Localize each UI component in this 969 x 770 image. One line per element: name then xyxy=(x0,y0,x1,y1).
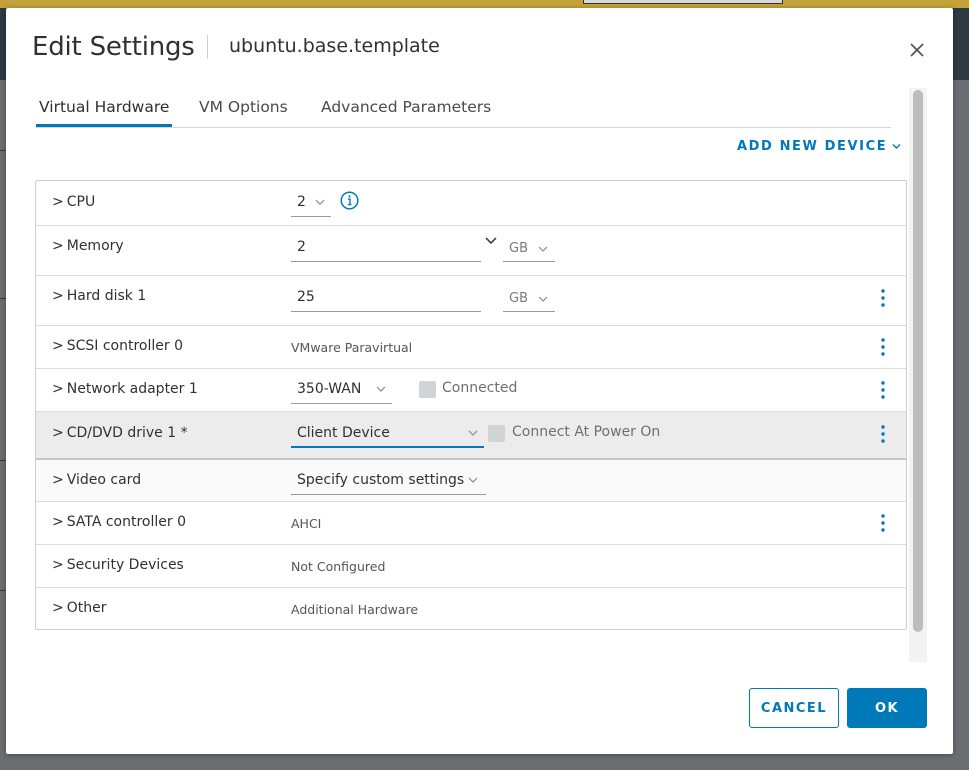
row-toggle-memory[interactable]: > Memory xyxy=(52,238,124,254)
title-separator xyxy=(207,35,208,59)
row-toggle-cd-dvd-drive[interactable]: > CD/DVD drive 1 * xyxy=(52,425,188,441)
cancel-button[interactable]: CANCEL xyxy=(749,688,839,728)
hard-disk-unit-underline xyxy=(503,311,555,312)
chevron-down-icon xyxy=(315,199,325,205)
hardware-row-other: > Other Additional Hardware xyxy=(36,588,906,629)
connected-checkbox[interactable] xyxy=(419,381,436,398)
row-label-network-adapter: Network adapter 1 xyxy=(66,381,198,397)
hardware-row-video-card: > Video card Specify custom settings xyxy=(36,460,906,502)
row-toggle-network-adapter[interactable]: > Network adapter 1 xyxy=(52,381,198,397)
hardware-row-security-devices: > Security Devices Not Configured xyxy=(36,545,906,588)
connect-at-power-on-checkbox[interactable] xyxy=(488,425,505,442)
memory-unit-select[interactable]: GB xyxy=(509,241,528,256)
hardware-row-cd-dvd-drive: > CD/DVD drive 1 * Client Device Connect … xyxy=(36,412,906,460)
chevron-down-icon xyxy=(538,246,548,252)
ok-button[interactable]: OK xyxy=(847,688,927,728)
video-card-select-underline xyxy=(291,494,486,495)
scsi-controller-type: VMware Paravirtual xyxy=(291,340,413,355)
memory-input-underline xyxy=(291,261,481,262)
network-select[interactable]: 350-WAN xyxy=(297,381,361,397)
cpu-select-underline xyxy=(291,216,331,217)
cpu-select[interactable]: 2 xyxy=(297,194,306,210)
add-new-device-label: ADD NEW DEVICE xyxy=(737,139,888,154)
chevron-right-icon: > xyxy=(52,338,64,354)
chevron-right-icon: > xyxy=(52,381,64,397)
chevron-down-icon xyxy=(538,296,548,302)
other-hardware-summary: Additional Hardware xyxy=(291,602,419,617)
hardware-row-cpu: > CPU 2 xyxy=(36,181,906,226)
row-toggle-other[interactable]: > Other xyxy=(52,600,107,616)
hardware-row-network-adapter: > Network adapter 1 350-WAN Connected xyxy=(36,369,906,412)
background-topbar xyxy=(0,0,969,8)
add-new-device-button[interactable]: ADD NEW DEVICE xyxy=(737,139,901,154)
row-label-video-card: Video card xyxy=(66,472,142,488)
close-icon[interactable] xyxy=(905,38,929,62)
chevron-right-icon: > xyxy=(52,557,64,573)
background-topbar-field xyxy=(583,0,783,4)
hard-disk-unit-select[interactable]: GB xyxy=(509,291,528,306)
chevron-down-icon xyxy=(376,386,386,392)
row-label-cpu: CPU xyxy=(66,194,96,210)
row-toggle-sata-controller[interactable]: > SATA controller 0 xyxy=(52,514,186,530)
security-devices-status: Not Configured xyxy=(291,559,386,574)
more-actions-icon[interactable] xyxy=(877,380,889,400)
scrollbar-thumb[interactable] xyxy=(913,90,923,632)
hardware-row-scsi-controller: > SCSI controller 0 VMware Paravirtual xyxy=(36,326,906,369)
row-toggle-cpu[interactable]: > CPU xyxy=(52,194,95,210)
connect-at-power-on-label: Connect At Power On xyxy=(512,424,661,440)
more-actions-icon[interactable] xyxy=(877,337,889,357)
chevron-right-icon: > xyxy=(52,238,64,254)
chevron-right-icon: > xyxy=(52,600,64,616)
chevron-right-icon: > xyxy=(52,472,64,488)
row-label-hard-disk: Hard disk 1 xyxy=(66,288,147,304)
tab-virtual-hardware[interactable]: Virtual Hardware xyxy=(36,98,173,127)
row-label-other: Other xyxy=(66,600,107,616)
row-label-security-devices: Security Devices xyxy=(66,557,184,573)
edit-settings-dialog: Edit Settings ubuntu.base.template Virtu… xyxy=(6,8,953,754)
dialog-subtitle: ubuntu.base.template xyxy=(229,35,440,57)
chevron-down-icon xyxy=(892,139,901,154)
tab-bar: Virtual Hardware VM Options Advanced Par… xyxy=(36,96,891,128)
cd-dvd-select-underline xyxy=(291,446,484,448)
row-toggle-scsi-controller[interactable]: > SCSI controller 0 xyxy=(52,338,183,354)
chevron-right-icon: > xyxy=(52,288,64,304)
sata-controller-type: AHCI xyxy=(291,516,322,531)
chevron-down-icon xyxy=(468,430,478,436)
virtual-hardware-list: > CPU 2 > Memory 2 GB > Hard disk 1 25 GB xyxy=(35,180,907,630)
memory-unit-underline xyxy=(503,261,555,262)
chevron-down-icon xyxy=(468,477,478,483)
more-actions-icon[interactable] xyxy=(877,513,889,533)
info-icon[interactable] xyxy=(340,191,359,210)
row-label-cd-dvd-drive: CD/DVD drive 1 * xyxy=(66,425,188,441)
row-label-scsi-controller: SCSI controller 0 xyxy=(66,338,184,354)
row-toggle-hard-disk[interactable]: > Hard disk 1 xyxy=(52,288,146,304)
cd-dvd-device-select[interactable]: Client Device xyxy=(297,425,390,441)
row-toggle-video-card[interactable]: > Video card xyxy=(52,472,141,488)
connected-label: Connected xyxy=(442,380,518,396)
more-actions-icon[interactable] xyxy=(877,288,889,308)
hardware-row-memory: > Memory 2 GB xyxy=(36,226,906,276)
row-label-sata-controller: SATA controller 0 xyxy=(66,514,187,530)
hard-disk-input-underline xyxy=(291,311,481,312)
video-card-select[interactable]: Specify custom settings xyxy=(297,472,464,488)
tab-vm-options[interactable]: VM Options xyxy=(196,98,291,124)
network-select-underline xyxy=(291,403,392,404)
row-label-memory: Memory xyxy=(66,238,124,254)
memory-input[interactable]: 2 xyxy=(297,239,306,255)
tab-advanced-parameters[interactable]: Advanced Parameters xyxy=(318,98,494,124)
dialog-title: Edit Settings xyxy=(32,32,195,62)
hardware-row-hard-disk: > Hard disk 1 25 GB xyxy=(36,276,906,326)
chevron-right-icon: > xyxy=(52,194,64,210)
chevron-down-icon[interactable] xyxy=(485,236,497,246)
chevron-right-icon: > xyxy=(52,514,64,530)
hardware-row-sata-controller: > SATA controller 0 AHCI xyxy=(36,502,906,545)
chevron-right-icon: > xyxy=(52,425,64,441)
more-actions-icon[interactable] xyxy=(877,424,889,444)
row-toggle-security-devices[interactable]: > Security Devices xyxy=(52,557,184,573)
hard-disk-size-input[interactable]: 25 xyxy=(297,289,315,305)
